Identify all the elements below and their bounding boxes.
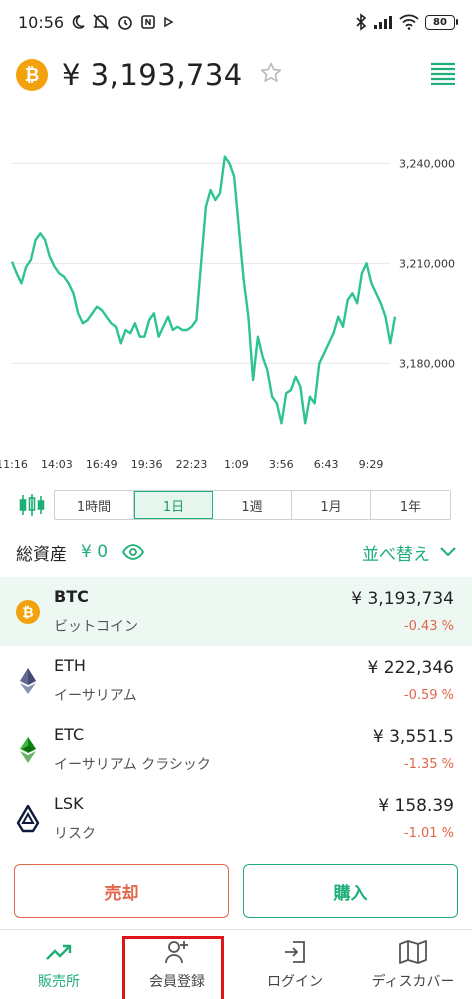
coin-row-btc[interactable]: ₿ BTC ビットコイン ¥ 3,193,734 -0.43 %: [0, 577, 472, 646]
nav-label-discover: ディスカバー: [371, 974, 455, 990]
svg-text:₿: ₿: [22, 605, 33, 621]
coin-name: イーサリアム クラシック: [54, 757, 211, 773]
coin-row-eth[interactable]: ETH イーサリアム ¥ 222,346 -0.59 %: [0, 646, 472, 715]
status-bar: 10:56 80: [0, 0, 472, 44]
bitcoin-icon: ₿: [14, 598, 42, 626]
y-tick-label: 3,210,000: [399, 257, 455, 270]
login-icon: [281, 939, 309, 965]
trade-buttons: 売却 購入: [0, 864, 472, 918]
ethereum-icon: [14, 667, 42, 695]
price-line: [10, 155, 397, 425]
coin-price: ¥ 3,193,734: [351, 589, 454, 609]
coin-values: ¥ 158.39 -1.01 %: [378, 796, 454, 841]
signal-icon: [373, 14, 393, 30]
coin-symbol: BTC: [54, 587, 89, 606]
buy-button[interactable]: 購入: [243, 864, 458, 918]
bitcoin-icon: ₿: [16, 59, 48, 91]
sell-button[interactable]: 売却: [14, 864, 229, 918]
coin-name: ビットコイン: [54, 619, 138, 635]
coin-row-etc[interactable]: ETC イーサリアム クラシック ¥ 3,551.5 -1.35 %: [0, 715, 472, 784]
nav-item-discover[interactable]: ディスカバー: [354, 930, 472, 999]
x-tick-label: 14:03: [41, 458, 73, 471]
x-tick-label: 22:23: [176, 458, 208, 471]
x-tick-label: 1:09: [224, 458, 249, 471]
bottom-nav: 販売所 会員登録 ログイン ディスカバー: [0, 929, 472, 999]
status-right: 80: [355, 13, 458, 31]
coin-name: イーサリアム: [54, 688, 137, 704]
moon-icon: [70, 14, 86, 30]
period-tab-1[interactable]: 1日: [134, 491, 213, 519]
play-icon: [162, 16, 174, 28]
x-tick-label: 16:49: [86, 458, 118, 471]
period-tabs: 1時間 1日 1週 1月 1年: [54, 490, 451, 520]
period-tab-2[interactable]: 1週: [213, 491, 292, 519]
coin-names: ETH イーサリアム: [54, 656, 137, 705]
y-tick-label: 3,180,000: [399, 357, 455, 370]
coin-names: LSK リスク: [54, 794, 96, 843]
total-assets-value: ¥ 0: [81, 542, 109, 562]
chevron-down-icon: [440, 547, 456, 557]
star-outline-icon[interactable]: [259, 61, 283, 89]
coin-change: -0.43 %: [403, 619, 454, 634]
wifi-icon: [399, 14, 419, 30]
coin-symbol: LSK: [54, 794, 84, 813]
coin-values: ¥ 3,193,734 -0.43 %: [351, 589, 454, 634]
period-tab-3[interactable]: 1月: [292, 491, 371, 519]
coin-names: ETC イーサリアム クラシック: [54, 725, 211, 774]
coin-symbol: ETC: [54, 725, 85, 744]
coin-price: ¥ 3,551.5: [372, 727, 454, 747]
coin-list: ₿ BTC ビットコイン ¥ 3,193,734 -0.43 % ETH イーサリアム ¥ 2…: [0, 577, 472, 853]
period-tab-0[interactable]: 1時間: [55, 491, 134, 519]
x-tick-label: 19:36: [131, 458, 163, 471]
add-user-icon: [163, 939, 191, 965]
current-price: ¥ 3,193,734: [62, 58, 243, 92]
battery-level: 80: [425, 14, 455, 30]
battery-icon: 80: [425, 14, 458, 30]
coin-change: -1.35 %: [403, 757, 454, 772]
trending-up-icon: [45, 939, 73, 965]
period-tab-4[interactable]: 1年: [371, 491, 450, 519]
header: ₿ ¥ 3,193,734: [0, 50, 472, 100]
nfc-icon: [140, 14, 156, 30]
assets-row: 総資産 ¥ 0 並べ替え: [0, 535, 472, 569]
nav-label-login: ログイン: [267, 974, 323, 990]
nav-item-register[interactable]: 会員登録: [118, 930, 236, 999]
x-tick-label: 11:16: [0, 458, 28, 471]
coin-symbol: ETH: [54, 656, 86, 675]
sort-label: 並べ替え: [362, 544, 430, 565]
list-menu-icon[interactable]: [430, 61, 456, 89]
nav-label-register: 会員登録: [149, 974, 205, 990]
coin-price: ¥ 222,346: [367, 658, 454, 678]
coin-values: ¥ 222,346 -0.59 %: [367, 658, 454, 703]
coin-values: ¥ 3,551.5 -1.35 %: [373, 727, 454, 772]
candlestick-icon[interactable]: [14, 490, 50, 520]
coin-name: リスク: [54, 826, 96, 842]
coin-names: BTC ビットコイン: [54, 587, 138, 636]
ethereum-classic-icon: [14, 736, 42, 764]
map-icon: [399, 939, 427, 965]
sort-button[interactable]: 並べ替え: [362, 540, 456, 565]
nav-item-sales[interactable]: 販売所: [0, 930, 118, 999]
x-tick-label: 9:29: [359, 458, 384, 471]
period-selector: 1時間 1日 1週 1月 1年: [0, 489, 472, 521]
coin-price: ¥ 158.39: [378, 796, 454, 816]
x-tick-label: 6:43: [314, 458, 339, 471]
y-tick-label: 3,240,000: [399, 157, 455, 170]
total-assets-label: 総資産: [16, 544, 67, 565]
price-chart[interactable]: 3,240,000 3,210,000 3,180,000 11:16 14:03 16:…: [0, 130, 472, 480]
coin-change: -0.59 %: [403, 688, 454, 703]
nav-item-login[interactable]: ログイン: [236, 930, 354, 999]
status-left: 10:56: [18, 13, 174, 32]
alarm-icon: [116, 13, 134, 31]
x-tick-label: 3:56: [269, 458, 294, 471]
price-chart-svg: 3,240,000 3,210,000 3,180,000 11:16 14:03 16:…: [0, 155, 455, 471]
eye-icon[interactable]: [122, 544, 145, 560]
coin-change: -1.01 %: [403, 826, 454, 841]
status-time: 10:56: [18, 12, 65, 32]
coin-row-lsk[interactable]: LSK リスク ¥ 158.39 -1.01 %: [0, 784, 472, 853]
bluetooth-icon: [355, 13, 367, 31]
nav-label-sales: 販売所: [38, 974, 80, 990]
bell-off-icon: [92, 13, 110, 31]
lisk-icon: [14, 804, 42, 833]
